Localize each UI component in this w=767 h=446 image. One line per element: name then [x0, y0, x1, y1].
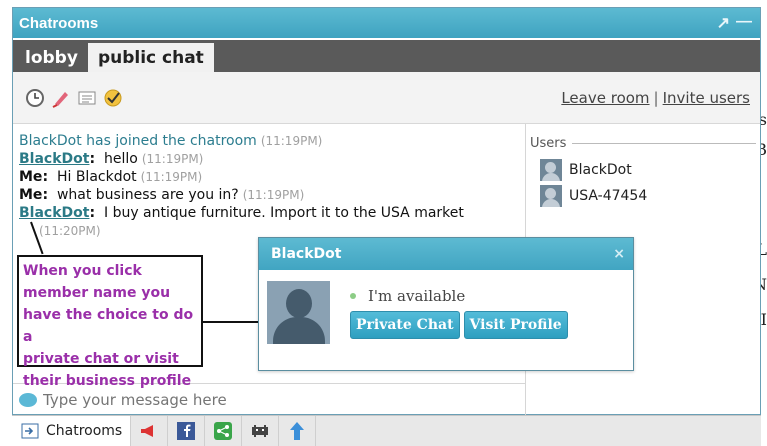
- callout-line: have the choice to do a: [23, 307, 194, 345]
- message-row: Me: Hi Blackdot (11:19PM): [19, 168, 519, 186]
- tab-public-chat[interactable]: public chat: [87, 43, 214, 72]
- user-name: BlackDot: [569, 162, 632, 178]
- timestamp: (11:19PM): [242, 188, 305, 202]
- sender-me: Me: [19, 187, 43, 203]
- sender-me: Me: [19, 169, 43, 185]
- window-title: Chatrooms: [19, 14, 99, 32]
- users-title: Users: [530, 136, 567, 151]
- chat-bubble-icon: [19, 393, 37, 407]
- timestamp: (11:19PM): [141, 152, 204, 166]
- room-tabs: lobby public chat: [13, 40, 760, 72]
- popup-body: I'm available Private Chat Visit Profile: [259, 270, 633, 370]
- room-actions: Leave room | Invite users: [561, 89, 760, 107]
- user-name: USA-47454: [569, 188, 648, 204]
- user-item[interactable]: USA-47454: [530, 185, 756, 207]
- message-row: BlackDot: hello (11:19PM): [19, 150, 519, 168]
- message-input[interactable]: [43, 391, 503, 409]
- popout-icon[interactable]: ↗: [717, 13, 730, 33]
- bottom-taskbar: Chatrooms: [12, 415, 761, 446]
- name-colon: :: [42, 187, 49, 203]
- avatar: [540, 185, 562, 207]
- callout-line: private chat or visit: [23, 351, 179, 367]
- page: s B L N I Chatrooms ↗ — lobby public cha…: [0, 0, 767, 446]
- system-text: BlackDot has joined the chatroom: [19, 133, 257, 149]
- name-colon: :: [89, 205, 96, 221]
- user-item[interactable]: BlackDot: [530, 159, 756, 181]
- close-icon[interactable]: ×: [613, 246, 625, 262]
- visit-profile-button[interactable]: Visit Profile: [463, 311, 568, 339]
- upload-icon[interactable]: [279, 416, 317, 446]
- pen-icon[interactable]: [50, 87, 72, 109]
- megaphone-icon[interactable]: [131, 416, 169, 446]
- member-name-link[interactable]: BlackDot: [19, 151, 89, 167]
- timestamp: (11:19PM): [140, 170, 203, 184]
- member-name-link[interactable]: BlackDot: [19, 205, 89, 221]
- timestamp: (11:20PM): [39, 224, 101, 238]
- avatar: [540, 159, 562, 181]
- document-icon[interactable]: [76, 87, 98, 109]
- popup-actions: Private Chat Visit Profile: [350, 311, 568, 339]
- callout-line: When you click: [23, 263, 142, 279]
- clock-icon[interactable]: [24, 87, 46, 109]
- message-row: BlackDot: I buy antique furniture. Impor…: [19, 204, 519, 240]
- message-text: Hi Blackdot: [56, 169, 137, 185]
- invite-users-link[interactable]: Invite users: [663, 89, 750, 107]
- private-chat-button[interactable]: Private Chat: [350, 311, 460, 339]
- check-icon[interactable]: [102, 87, 124, 109]
- tab-lobby[interactable]: lobby: [15, 43, 88, 72]
- name-colon: :: [89, 151, 96, 167]
- availability-status: I'm available: [350, 287, 465, 305]
- callout-connector-line: [203, 321, 259, 323]
- taskbar-chatrooms[interactable]: Chatrooms: [12, 416, 132, 446]
- window-titlebar: Chatrooms ↗ —: [13, 8, 760, 38]
- chat-toolbar: Leave room | Invite users: [13, 72, 760, 124]
- users-heading: Users: [530, 136, 756, 151]
- popup-title: BlackDot: [271, 246, 342, 262]
- popup-header: BlackDot ×: [259, 238, 633, 270]
- taskbar-chatrooms-label: Chatrooms: [46, 423, 123, 439]
- leave-room-link[interactable]: Leave room: [561, 89, 649, 107]
- message-text: what business are you in?: [56, 187, 239, 203]
- message-text: I buy antique furniture. Import it to th…: [103, 205, 464, 221]
- share-icon[interactable]: [205, 416, 243, 446]
- message-row: Me: what business are you in? (11:19PM): [19, 186, 519, 204]
- chatrooms-icon: [20, 421, 40, 441]
- callout-line: member name you: [23, 285, 171, 301]
- message-text: hello: [103, 151, 138, 167]
- links-separator: |: [653, 88, 659, 107]
- status-dot-icon: [350, 293, 356, 299]
- member-popup: BlackDot × I'm available Private Chat Vi…: [258, 237, 634, 371]
- facebook-icon[interactable]: [168, 416, 206, 446]
- timestamp: (11:19PM): [260, 134, 323, 148]
- status-text: I'm available: [368, 287, 466, 305]
- minimize-icon[interactable]: —: [736, 13, 752, 33]
- avatar: [267, 281, 330, 344]
- name-colon: :: [42, 169, 49, 185]
- annotation-callout: When you click member name you have the …: [17, 255, 203, 389]
- message-system: BlackDot has joined the chatroom (11:19PM…: [19, 132, 519, 150]
- callout-line: their business profile: [23, 373, 192, 389]
- invader-icon[interactable]: [242, 416, 280, 446]
